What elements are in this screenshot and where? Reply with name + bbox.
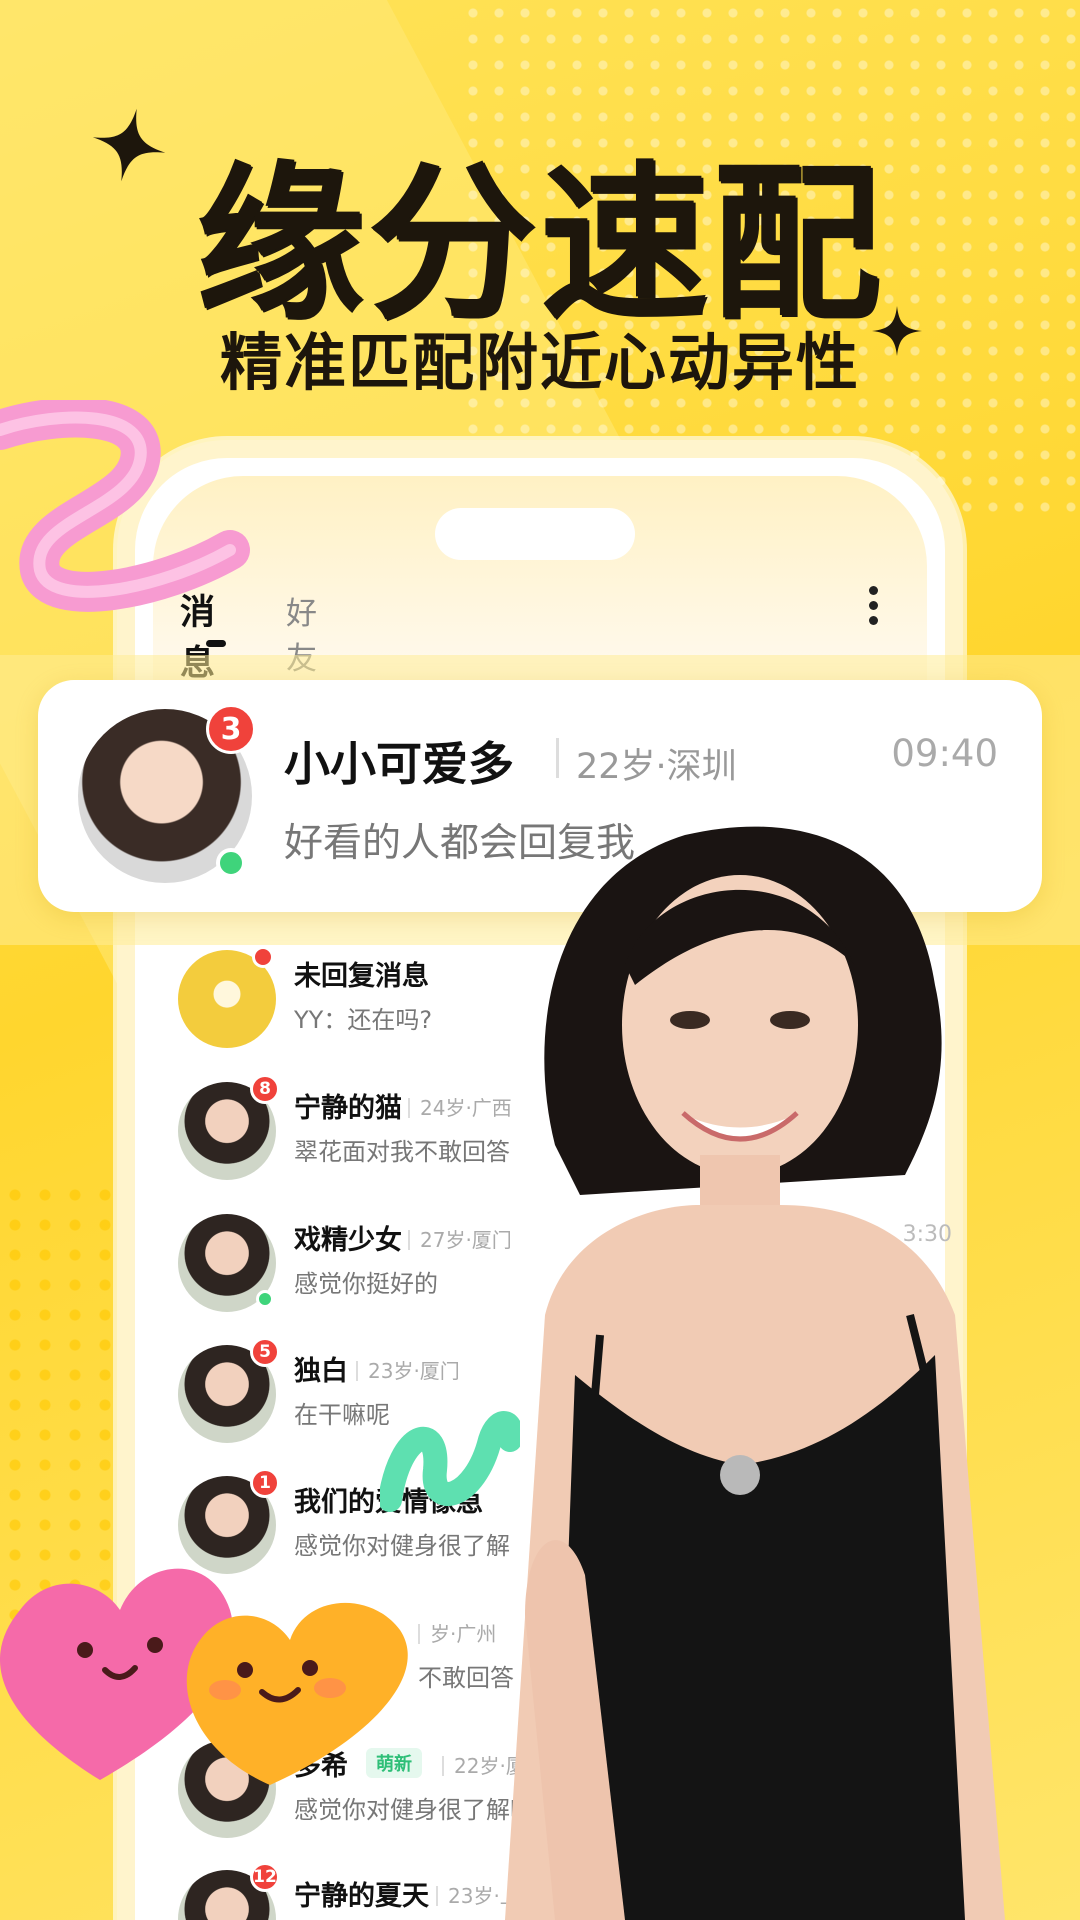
item-name: 独白 [294, 1356, 348, 1387]
item-message: 在干嘛呢 [294, 1401, 390, 1429]
tab-active-indicator [206, 640, 226, 647]
contact-meta: 22岁·深圳 [576, 747, 737, 787]
unread-badge: 5 [250, 1337, 280, 1367]
divider [556, 738, 559, 778]
more-menu-icon[interactable] [866, 586, 880, 630]
contact-name: 小小可爱多 [284, 737, 514, 791]
online-indicator [216, 848, 246, 878]
subheadline: 精准匹配附近心动异性 [219, 326, 860, 399]
item-name: 戏精少女 [294, 1225, 402, 1256]
woman-photo [505, 826, 1005, 1920]
item-name: 宁静的夏天 [294, 1881, 429, 1912]
item-message: 翠花面对我不敢回答 [294, 1138, 510, 1166]
item-name: 未回复消息 [294, 961, 429, 992]
unread-badge: 3 [206, 704, 256, 754]
unread-badge: 12 [250, 1862, 280, 1892]
item-message: YY：还在吗? [294, 1006, 433, 1034]
item-message: 感觉你挺好的 [294, 1270, 438, 1298]
unread-dot [252, 946, 274, 968]
heart-mascots-decoration [0, 1568, 408, 1785]
phone-notch [435, 508, 635, 560]
online-indicator [256, 1290, 274, 1308]
unread-badge: 1 [250, 1468, 280, 1498]
unread-badge: 8 [250, 1074, 280, 1104]
message-time: 09:40 [891, 732, 998, 775]
pink-ribbon-decoration [0, 400, 250, 612]
item-meta: 23岁·厦门 [356, 1355, 460, 1384]
item-name: 宁静的猫 [294, 1093, 402, 1124]
